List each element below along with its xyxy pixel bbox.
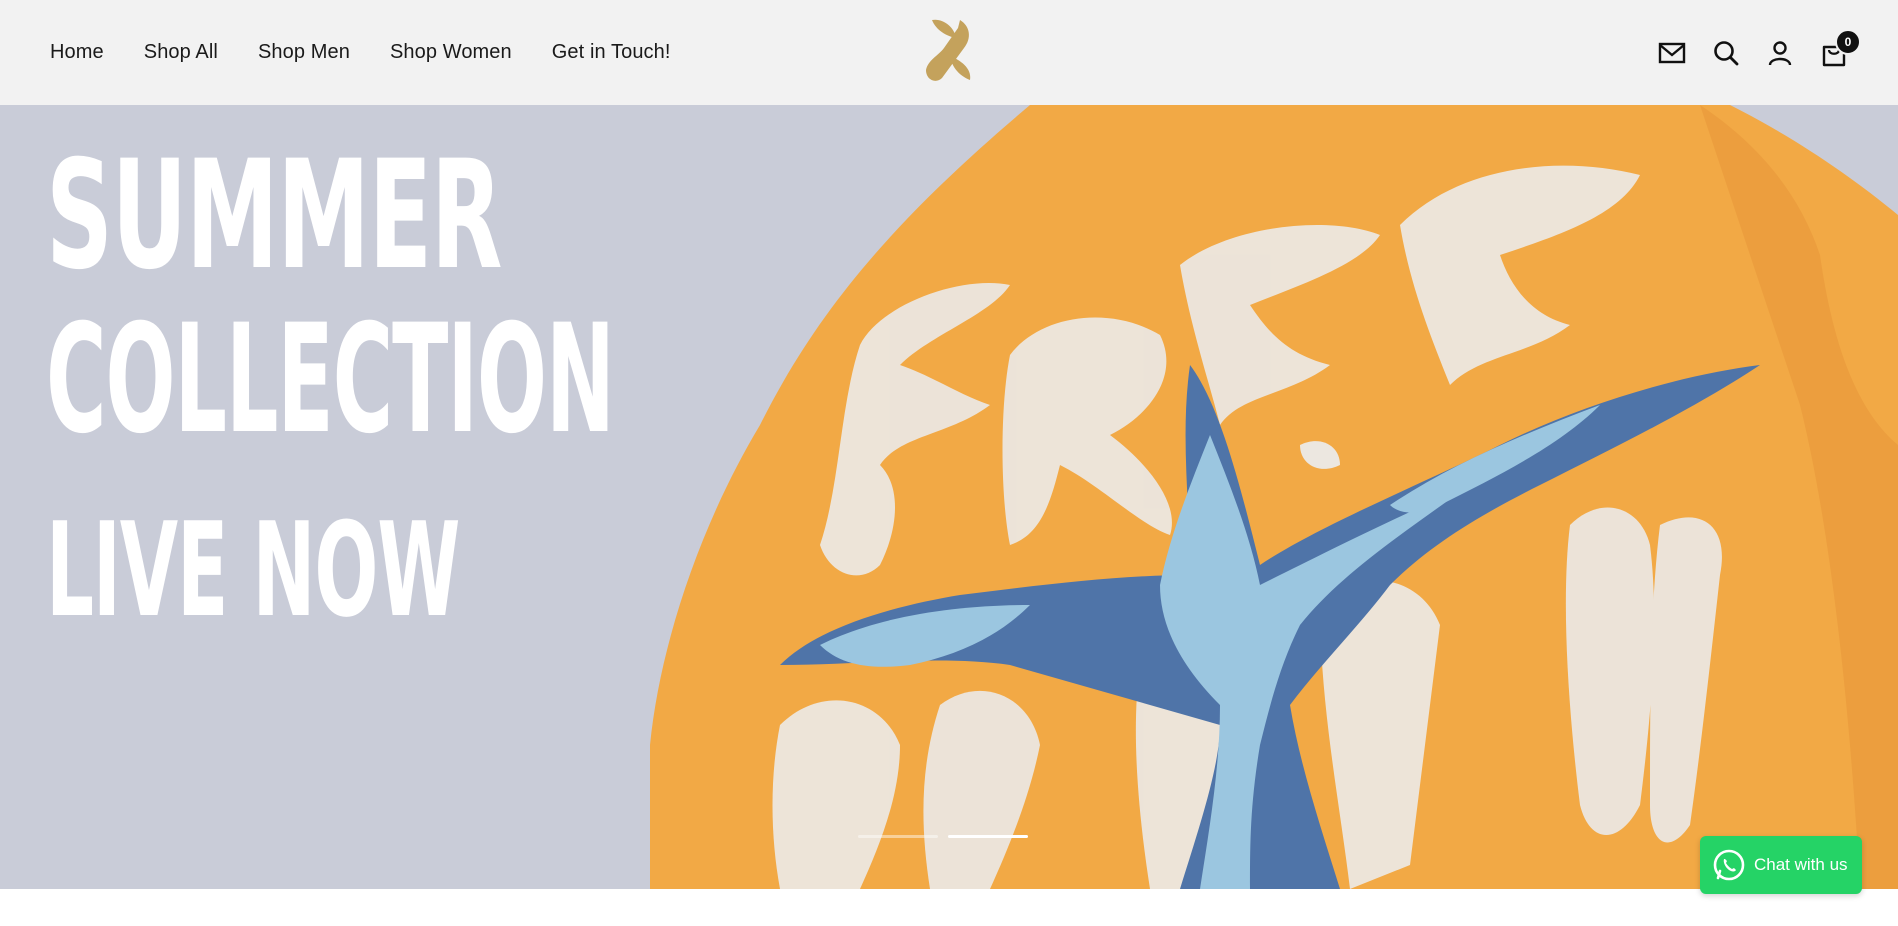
hero-headline-line2: COLLECTION: [46, 293, 615, 467]
whatsapp-icon: [1713, 849, 1745, 881]
mail-icon[interactable]: [1658, 39, 1686, 67]
site-header: Home Shop All Shop Men Shop Women Get in…: [0, 0, 1898, 105]
nav-get-in-touch[interactable]: Get in Touch!: [552, 41, 671, 64]
slider-pagination: [858, 835, 1028, 838]
brand-logo-mark: [926, 19, 971, 81]
hero-banner[interactable]: SUMMER COLLECTION LIVE NOW: [0, 105, 1898, 889]
chat-label: Chat with us: [1754, 855, 1848, 874]
nav-shop-all[interactable]: Shop All: [144, 41, 218, 64]
header-icons: 0: [1658, 0, 1861, 105]
hero-headline-line3: LIVE NOW: [46, 494, 460, 646]
nav-shop-men[interactable]: Shop Men: [258, 41, 350, 64]
slide-indicator-2[interactable]: [948, 835, 1028, 838]
nav-shop-women[interactable]: Shop Women: [390, 41, 512, 64]
cart-icon[interactable]: 0: [1820, 28, 1861, 67]
cart-count-badge: 0: [1835, 28, 1861, 55]
whatsapp-chat-button[interactable]: Chat with us: [1700, 836, 1862, 894]
slide-indicator-1[interactable]: [858, 835, 938, 838]
brand-logo[interactable]: [920, 16, 980, 86]
search-icon[interactable]: [1712, 39, 1740, 67]
main-nav: Home Shop All Shop Men Shop Women Get in…: [50, 0, 671, 105]
nav-home[interactable]: Home: [50, 41, 104, 64]
account-icon[interactable]: [1766, 39, 1794, 67]
hero-headline-line1: SUMMER: [46, 129, 503, 303]
